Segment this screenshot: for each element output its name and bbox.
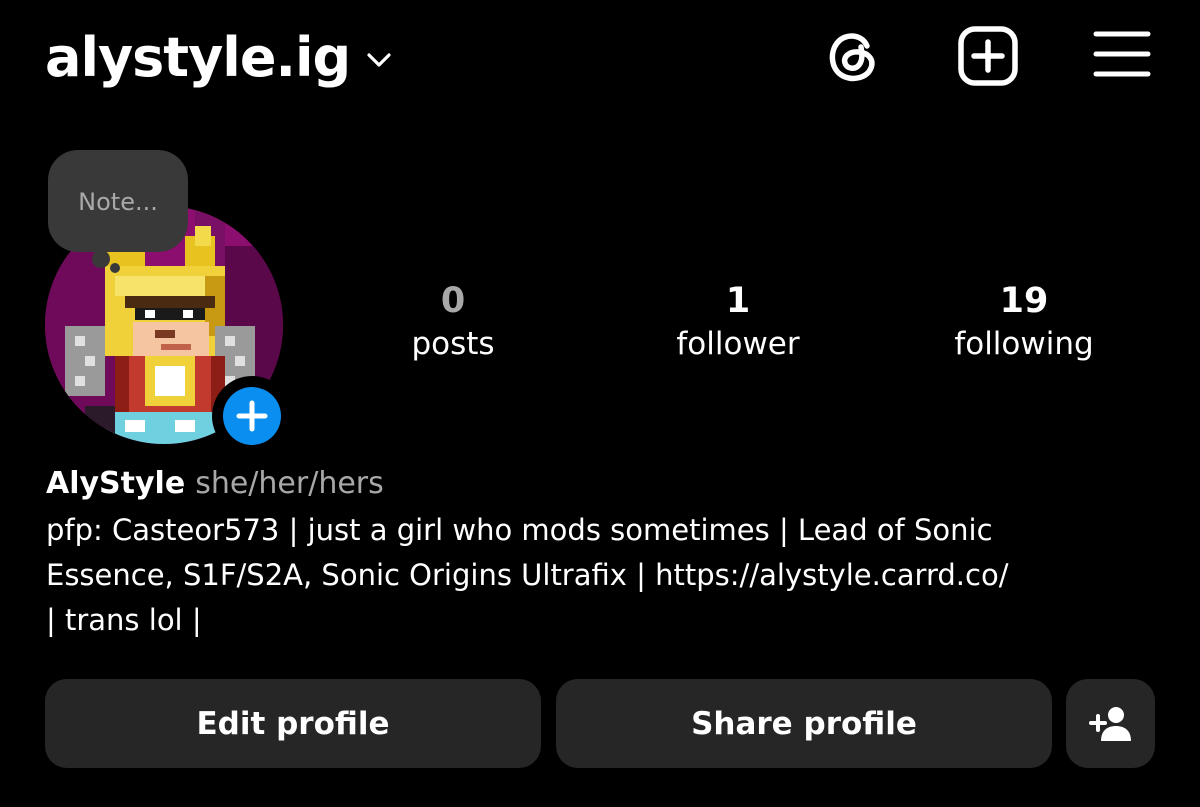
profile-username: alystyle.ig xyxy=(45,26,351,89)
followers-stat[interactable]: 1 follower xyxy=(618,280,858,366)
followers-label: follower xyxy=(676,326,800,362)
discover-people-button[interactable] xyxy=(1066,679,1155,768)
following-label: following xyxy=(954,326,1094,362)
note-placeholder: Note... xyxy=(78,188,158,216)
display-name: AlyStyle xyxy=(46,466,186,501)
posts-stat[interactable]: 0 posts xyxy=(333,280,573,366)
add-story-button[interactable] xyxy=(212,376,292,456)
posts-label: posts xyxy=(411,326,495,362)
note-bubble-tail xyxy=(92,250,110,268)
bio-text: pfp: Casteor573 | just a girl who mods s… xyxy=(46,513,1009,637)
pronouns: she/her/hers xyxy=(195,466,384,501)
create-post-icon[interactable] xyxy=(956,24,1020,88)
account-switcher[interactable]: alystyle.ig xyxy=(45,22,392,94)
menu-icon[interactable] xyxy=(1090,24,1154,88)
chevron-down-icon xyxy=(367,53,391,67)
posts-count: 0 xyxy=(440,281,466,321)
note-bubble[interactable]: Note... xyxy=(48,150,188,252)
threads-icon[interactable] xyxy=(822,24,886,88)
plus-icon xyxy=(223,387,281,445)
note-bubble-tail-small xyxy=(110,263,120,273)
following-stat[interactable]: 19 following xyxy=(904,280,1144,366)
share-profile-button[interactable]: Share profile xyxy=(556,679,1052,768)
profile-header: alystyle.ig xyxy=(0,0,1200,120)
edit-profile-button[interactable]: Edit profile xyxy=(45,679,541,768)
add-person-icon xyxy=(1088,706,1131,741)
name-line: AlyStyle she/her/hers xyxy=(46,464,384,504)
following-count: 19 xyxy=(999,281,1049,321)
followers-count: 1 xyxy=(725,281,751,321)
